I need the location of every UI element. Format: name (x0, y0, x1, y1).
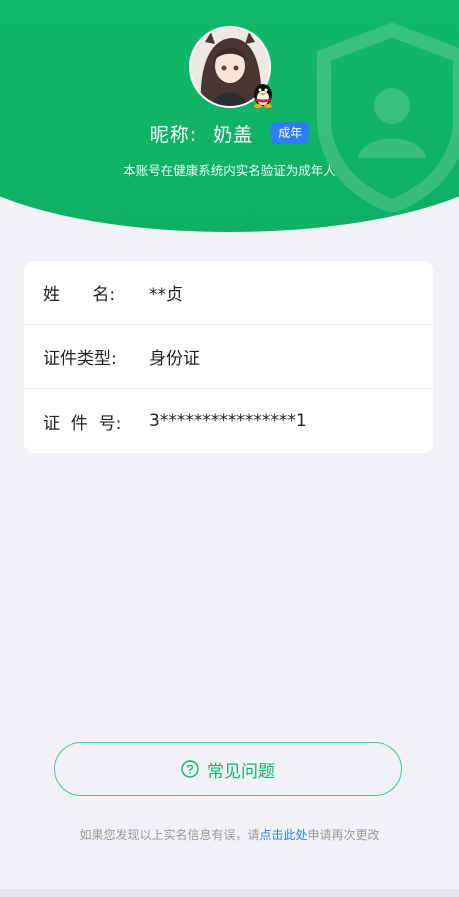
id-type-label: 证件类型: (43, 349, 117, 369)
header-banner: 昵称: 奶盖 成年 本账号在健康系统内实名验证为成年人 (0, 0, 459, 240)
info-row-id-number: 证 件 号: 3****************1 (24, 389, 433, 453)
name-label: 姓 名: (43, 285, 116, 305)
info-row-name: 姓 名: **贞 (24, 261, 433, 325)
faq-button-label: 常见问题 (207, 761, 275, 782)
footer-note: 如果您发现以上实名信息有误，请点击此处申请再次更改 (0, 826, 459, 843)
id-number-label: 证 件 号: (43, 413, 122, 434)
nickname-row: 昵称: 奶盖 成年 (0, 118, 459, 148)
id-type-value: 身份证 (149, 349, 200, 369)
adult-status-badge: 成年 (271, 122, 310, 144)
name-value: **贞 (149, 285, 183, 305)
identity-info-card: 姓 名: **贞 证件类型: 身份证 证 件 号: 3*************… (24, 261, 433, 453)
nickname-value: 奶盖 (213, 123, 254, 146)
faq-button[interactable]: 常见问题 (54, 742, 402, 796)
verification-note: 本账号在健康系统内实名验证为成年人 (123, 163, 336, 178)
nickname-label: 昵称: (149, 123, 198, 146)
bottom-bar (0, 889, 459, 897)
info-row-id-type: 证件类型: 身份证 (24, 325, 433, 389)
footer-suffix: 申请再次更改 (307, 828, 380, 842)
shield-watermark-icon (317, 22, 459, 212)
footer-prefix: 如果您发现以上实名信息有误，请 (79, 828, 260, 842)
question-circle-icon (181, 760, 199, 778)
correction-link[interactable]: 点击此处 (259, 828, 307, 842)
id-number-value: 3****************1 (149, 411, 307, 431)
qq-penguin-icon (254, 84, 272, 108)
